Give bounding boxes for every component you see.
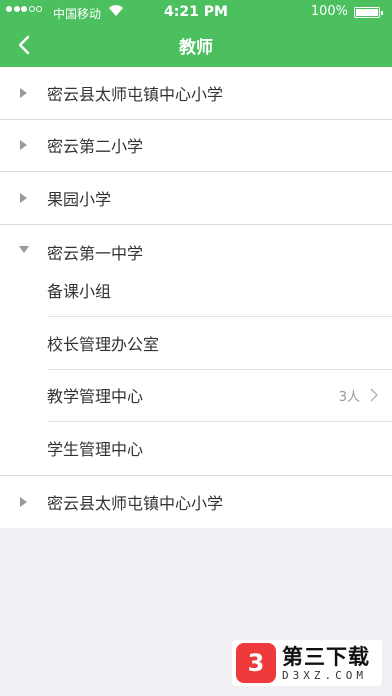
school-name: 密云第一中学 <box>47 243 144 263</box>
chevron-right-icon <box>370 388 378 402</box>
caret-right-icon <box>20 192 27 203</box>
watermark-logo: 3 <box>236 643 276 683</box>
school-name: 密云县太师屯镇中心小学 <box>47 84 224 104</box>
school-list: 密云县太师屯镇中心小学 密云第二小学 果园小学 密云第一中学 备课小组 校长管理… <box>0 67 392 528</box>
school-row-expanded[interactable]: 密云第一中学 <box>0 225 392 265</box>
caret-right-icon <box>20 140 27 151</box>
department-name: 备课小组 <box>47 282 112 302</box>
school-row[interactable]: 果园小学 <box>0 172 392 225</box>
app-header: 中国移动 4:21 PM 100% 教师 <box>0 0 392 67</box>
department-row[interactable]: 校长管理办公室 <box>47 317 392 370</box>
caret-right-icon <box>20 87 27 98</box>
department-name: 校长管理办公室 <box>47 334 160 354</box>
watermark-title: 第三下载 <box>282 644 370 669</box>
caret-right-icon <box>20 496 27 507</box>
department-row[interactable]: 教学管理中心 3人 <box>47 370 392 422</box>
school-row[interactable]: 密云县太师屯镇中心小学 <box>0 476 392 529</box>
school-row[interactable]: 密云县太师屯镇中心小学 <box>0 67 392 120</box>
department-row[interactable]: 学生管理中心 <box>47 422 392 475</box>
expanded-school: 密云第一中学 备课小组 校长管理办公室 教学管理中心 3人 学生管理中心 <box>0 225 392 476</box>
battery-icon <box>354 7 383 18</box>
page-title: 教师 <box>179 38 213 58</box>
caret-down-icon <box>19 245 29 253</box>
school-name: 果园小学 <box>47 189 112 209</box>
school-name: 密云第二小学 <box>47 137 144 157</box>
school-row[interactable]: 密云第二小学 <box>0 120 392 172</box>
watermark: 3 第三下载 D3XZ.COM <box>232 640 382 686</box>
member-count: 3人 <box>338 389 360 405</box>
department-name: 学生管理中心 <box>47 440 144 460</box>
department-name: 教学管理中心 <box>47 387 144 407</box>
school-name: 密云县太师屯镇中心小学 <box>47 493 224 513</box>
watermark-subtitle: D3XZ.COM <box>282 668 367 682</box>
status-bar: 中国移动 4:21 PM 100% <box>0 0 392 24</box>
battery-percent: 100% <box>310 4 348 19</box>
department-row[interactable]: 备课小组 <box>47 265 392 317</box>
